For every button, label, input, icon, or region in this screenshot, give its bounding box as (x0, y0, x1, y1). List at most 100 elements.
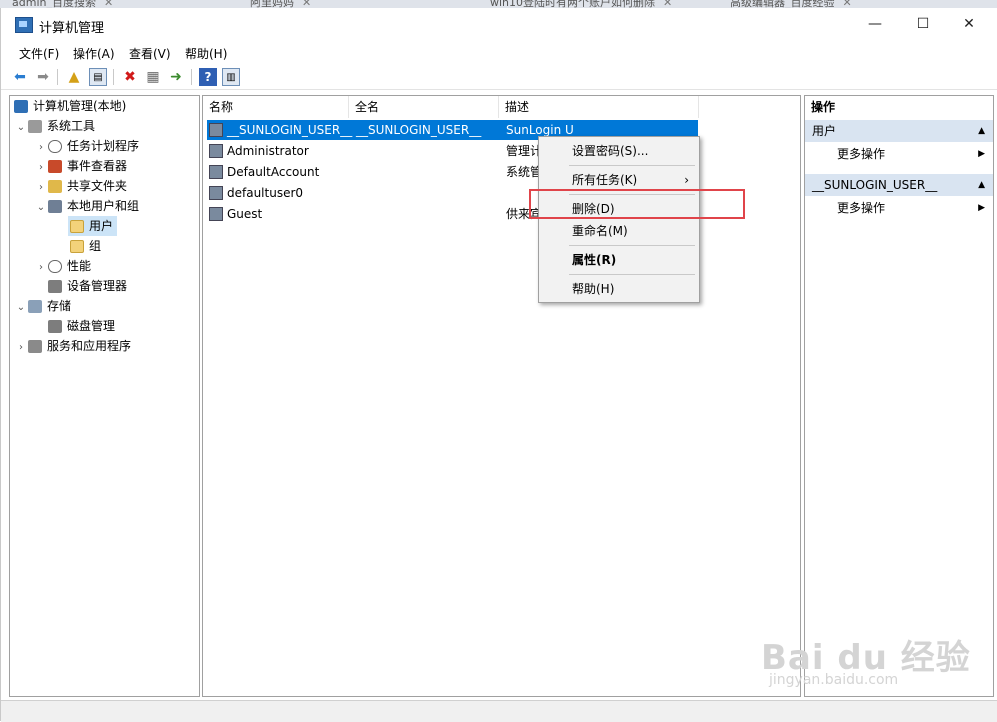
minimize-button[interactable]: — (852, 8, 898, 41)
browser-tab-label: 阿里妈妈 (250, 0, 294, 8)
tree-item-services-apps[interactable]: › 服务和应用程序 (14, 336, 131, 356)
tree-item-event-viewer[interactable]: › 事件查看器 (34, 156, 127, 176)
close-button[interactable]: ✕ (946, 8, 992, 41)
close-icon[interactable]: ✕ (302, 0, 311, 8)
tree-label: 共享文件夹 (67, 179, 128, 193)
shared-folder-icon (48, 180, 62, 193)
user-name: defaultuser0 (227, 186, 304, 200)
tree-arrow[interactable]: ⌄ (14, 118, 28, 138)
tree-label: 本地用户和组 (67, 199, 140, 213)
help-icon[interactable]: ? (199, 68, 217, 86)
column-header-description[interactable]: 描述 (499, 96, 699, 118)
tree-arrow[interactable]: › (34, 178, 48, 198)
browser-tab-label: 高级编辑器_百度经验 (730, 0, 835, 8)
column-header-name[interactable]: 名称 (203, 96, 349, 118)
actions-pane: 操作 用户 ▲ 更多操作 ▶ __SUNLOGIN_USER__ ▲ 更多操作 … (804, 95, 994, 697)
back-icon[interactable]: ⬅ (11, 68, 29, 86)
tree-item-performance[interactable]: › 性能 (34, 256, 91, 276)
user-description: 系统管 (506, 165, 543, 179)
close-icon[interactable]: ✕ (663, 0, 672, 8)
delete-icon[interactable]: ✖ (121, 68, 139, 86)
toolbar: ⬅ ➡ ▲ ▤ ✖ ▦ ➜ ? ▥ (1, 65, 997, 90)
close-icon[interactable]: ✕ (843, 0, 852, 8)
annotation-highlight-box (529, 189, 745, 219)
event-viewer-icon (48, 160, 62, 173)
title-bar[interactable]: 计算机管理 — ☐ ✕ (1, 8, 997, 41)
forward-icon[interactable]: ➡ (34, 68, 52, 86)
tree-arrow[interactable]: › (34, 258, 48, 278)
browser-tab-3[interactable]: win10登陆时有两个账户如何删除 ✕ (490, 0, 672, 8)
export-icon[interactable]: ➜ (167, 68, 185, 86)
user-list: 名称 全名 描述 __SUNLOGIN_USER__ __SUNLOGIN_US… (202, 95, 801, 697)
menu-set-password[interactable]: 设置密码(S)... (539, 140, 699, 162)
tree-arrow[interactable]: ⌄ (34, 198, 48, 218)
user-disabled-icon (209, 207, 223, 221)
collapse-icon[interactable]: ▲ (978, 120, 985, 142)
menu-file[interactable]: 文件(F) (19, 45, 59, 62)
submenu-arrow-icon: ▶ (978, 203, 985, 213)
section-label: 用户 (812, 124, 837, 138)
action-label: 更多操作 (837, 201, 886, 215)
tree-arrow[interactable]: › (14, 338, 28, 358)
browser-tab-label: admin_百度搜索 (12, 0, 96, 8)
browser-tab-4[interactable]: 高级编辑器_百度经验 ✕ (730, 0, 852, 8)
actions-header: 操作 (811, 100, 836, 114)
navigation-tree: 计算机管理(本地) ⌄ 系统工具 › 任务计划程序 › 事件查看器 › 共享文件夹 ⌄ 本… (9, 95, 200, 697)
menu-bar: 文件(F) 操作(A) 查看(V) 帮助(H) (1, 41, 997, 63)
tree-label: 磁盘管理 (67, 319, 116, 333)
tree-item-storage[interactable]: ⌄ 存储 (14, 296, 71, 316)
user-fullname: __SUNLOGIN_USER__ (356, 123, 482, 137)
user-icon (209, 123, 223, 137)
menu-rename[interactable]: 重命名(M) (539, 220, 699, 242)
submenu-arrow-icon: ▶ (978, 149, 985, 159)
column-header-fullname[interactable]: 全名 (349, 96, 499, 118)
user-disabled-icon (209, 186, 223, 200)
menu-action[interactable]: 操作(A) (73, 45, 115, 62)
tree-item-computer-management[interactable]: 计算机管理(本地) (12, 96, 126, 116)
tree-label: 计算机管理(本地) (33, 99, 127, 113)
show-hide-tree-icon[interactable]: ▤ (89, 68, 107, 86)
up-folder-icon[interactable]: ▲ (65, 68, 83, 86)
view-icon[interactable]: ▥ (222, 68, 240, 86)
tree-label: 组 (89, 239, 102, 253)
tree-item-task-scheduler[interactable]: › 任务计划程序 (34, 136, 139, 156)
menu-help[interactable]: 帮助(H) (185, 45, 227, 62)
browser-tab-2[interactable]: 阿里妈妈 ✕ (250, 0, 311, 8)
computer-management-icon (15, 17, 33, 33)
tree-item-disk-management[interactable]: 磁盘管理 (48, 316, 115, 336)
context-menu: 设置密码(S)... 所有任务(K) › 删除(D) 重命名(M) 属性(R) … (538, 136, 700, 303)
more-actions-users[interactable]: 更多操作 ▶ (805, 143, 993, 165)
folder-icon (70, 240, 84, 253)
menu-properties[interactable]: 属性(R) (539, 249, 699, 271)
menu-label: 所有任务(K) (572, 173, 638, 187)
collapse-icon[interactable]: ▲ (978, 174, 985, 196)
more-actions-selected-user[interactable]: 更多操作 ▶ (805, 197, 993, 219)
window-title: 计算机管理 (39, 21, 105, 36)
tree-label: 服务和应用程序 (47, 339, 132, 353)
tree-arrow[interactable]: ⌄ (14, 298, 28, 318)
actions-section-users[interactable]: 用户 ▲ (805, 120, 993, 142)
tree-item-groups[interactable]: 组 (68, 236, 101, 256)
watermark-url: jingyan.baidu.com (769, 672, 899, 688)
user-icon (209, 165, 223, 179)
users-group-icon (48, 200, 62, 213)
tree-item-local-users-groups[interactable]: ⌄ 本地用户和组 (34, 196, 139, 216)
services-icon (28, 340, 42, 353)
menu-help[interactable]: 帮助(H) (539, 278, 699, 300)
tree-item-users[interactable]: 用户 (68, 216, 118, 236)
user-name: Administrator (227, 144, 309, 158)
actions-section-selected-user[interactable]: __SUNLOGIN_USER__ ▲ (805, 174, 993, 196)
menu-view[interactable]: 查看(V) (129, 45, 171, 62)
storage-icon (28, 300, 42, 313)
tree-item-shared-folders[interactable]: › 共享文件夹 (34, 176, 127, 196)
maximize-button[interactable]: ☐ (900, 8, 946, 41)
browser-tab-strip: admin_百度搜索 ✕ 阿里妈妈 ✕ win10登陆时有两个账户如何删除 ✕ 高级编… (0, 0, 997, 8)
tree-item-system-tools[interactable]: ⌄ 系统工具 (14, 116, 95, 136)
tree-arrow[interactable]: › (34, 158, 48, 178)
tree-item-device-manager[interactable]: 设备管理器 (48, 276, 127, 296)
properties-icon[interactable]: ▦ (144, 68, 162, 86)
browser-tab-1[interactable]: admin_百度搜索 ✕ (12, 0, 113, 8)
close-icon[interactable]: ✕ (104, 0, 113, 8)
menu-all-tasks[interactable]: 所有任务(K) › (539, 169, 699, 191)
tree-arrow[interactable]: › (34, 138, 48, 158)
